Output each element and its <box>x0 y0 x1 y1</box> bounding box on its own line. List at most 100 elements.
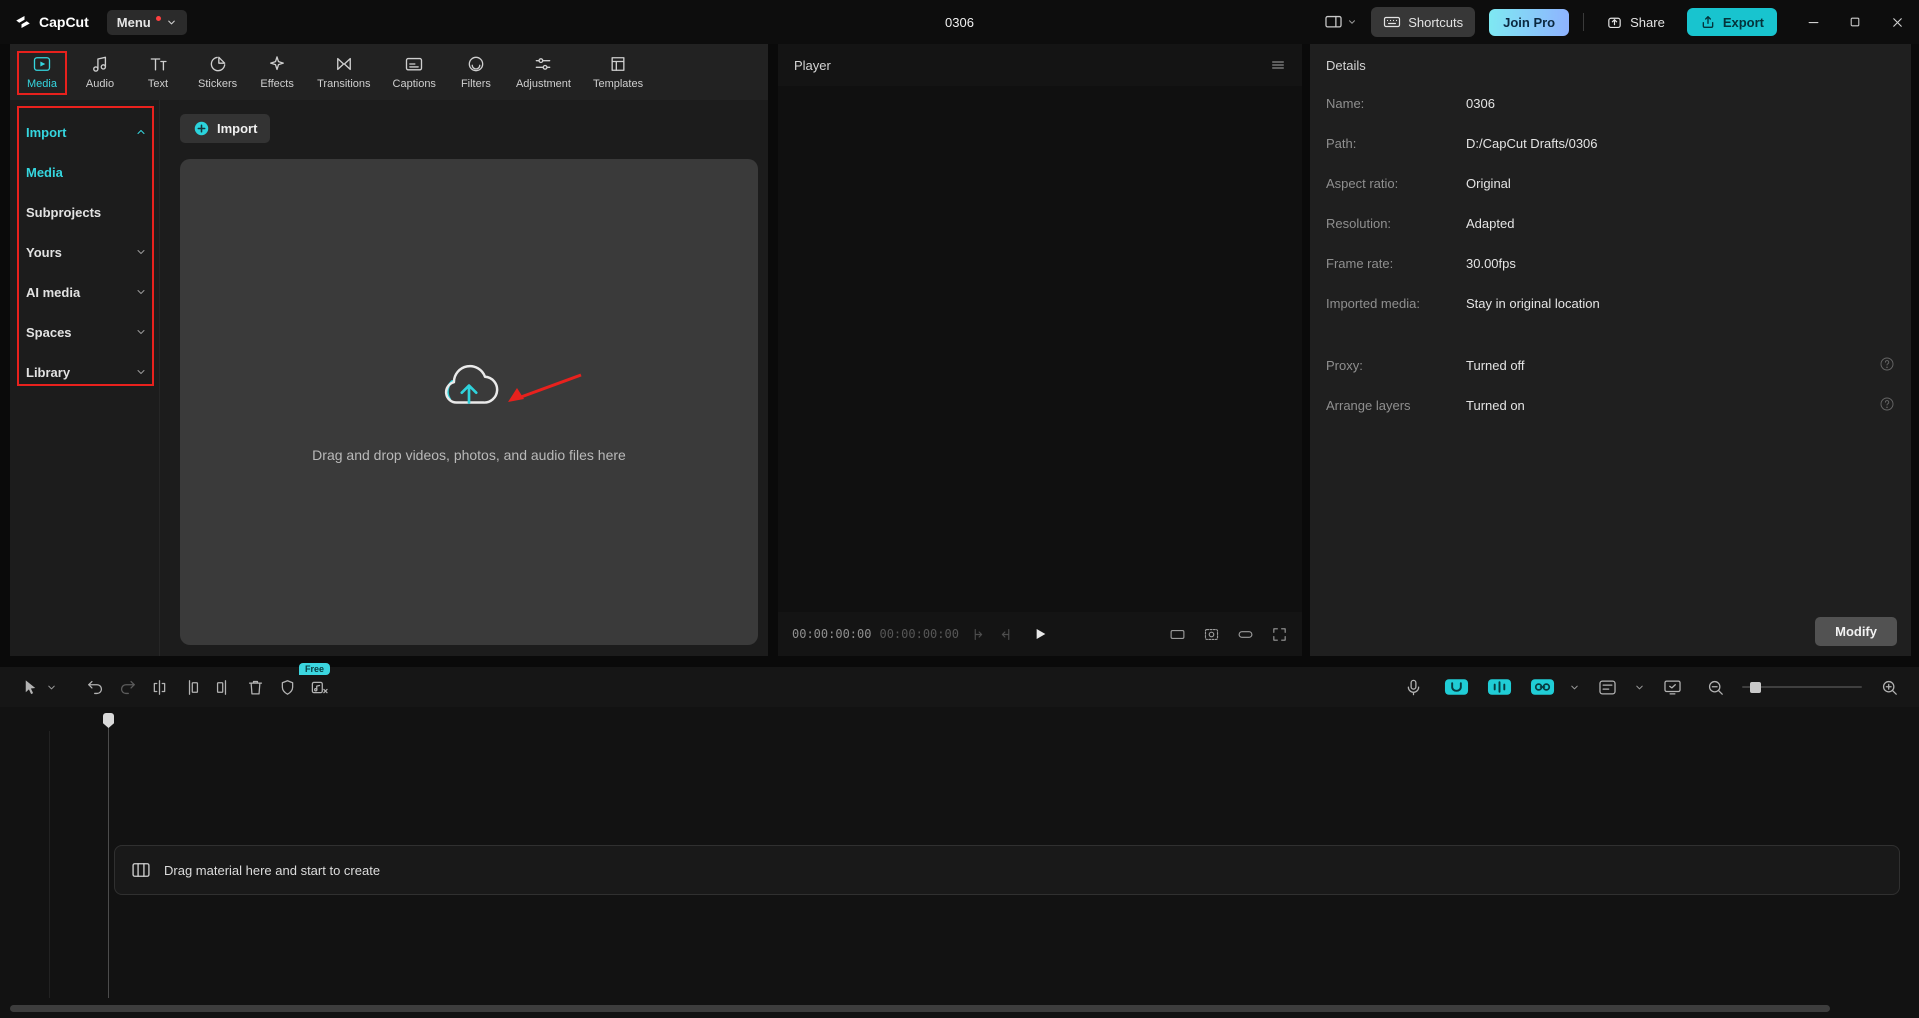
linkage-chevron[interactable] <box>1569 682 1580 693</box>
media-board-icon <box>131 860 151 880</box>
sidebar-item-library[interactable]: Library <box>10 352 159 392</box>
import-button[interactable]: Import <box>180 114 270 143</box>
sidebar-item-ai-media[interactable]: AI media <box>10 272 159 312</box>
microphone-icon <box>1404 678 1423 697</box>
redo-button[interactable] <box>111 672 143 702</box>
detail-row-frame-rate: Frame rate: 30.00fps <box>1326 254 1895 294</box>
close-button[interactable] <box>1889 14 1905 30</box>
extract-audio-button[interactable]: Free <box>303 672 335 702</box>
track-layout-button[interactable] <box>1591 672 1623 702</box>
undo-icon <box>86 678 105 697</box>
layout-icon <box>1324 13 1343 32</box>
trash-icon <box>246 678 265 697</box>
export-button[interactable]: Export <box>1687 8 1777 36</box>
mask-button[interactable] <box>271 672 303 702</box>
capcut-logo-icon <box>14 13 32 31</box>
aspect-ratio-button[interactable] <box>1169 626 1186 643</box>
select-tool-chevron[interactable] <box>46 682 57 693</box>
menu-button[interactable]: Menu <box>107 10 187 35</box>
transitions-icon <box>334 54 354 74</box>
details-title: Details <box>1326 58 1366 73</box>
canvas-color-button[interactable] <box>1237 626 1254 643</box>
preview-axis-icon <box>1663 678 1682 697</box>
sidebar-item-subprojects[interactable]: Subprojects <box>10 192 159 232</box>
detail-row-aspect-ratio: Aspect ratio: Original <box>1326 174 1895 214</box>
player-menu-button[interactable] <box>1270 57 1286 73</box>
tab-templates[interactable]: Templates <box>585 49 651 95</box>
maximize-button[interactable] <box>1847 14 1863 30</box>
play-button[interactable] <box>1032 626 1048 642</box>
playhead-handle[interactable] <box>103 713 114 728</box>
main-track-magnet-toggle[interactable] <box>1440 672 1472 702</box>
zoom-in-button[interactable] <box>1873 672 1905 702</box>
sidebar-item-media[interactable]: Media <box>10 152 159 192</box>
sidebar-item-spaces[interactable]: Spaces <box>10 312 159 352</box>
sidebar-item-yours[interactable]: Yours <box>10 232 159 272</box>
timeline-zoom-slider[interactable] <box>1742 680 1862 694</box>
delete-button[interactable] <box>239 672 271 702</box>
zoom-slider-knob[interactable] <box>1750 682 1761 693</box>
horizontal-scrollbar[interactable] <box>10 1005 1830 1012</box>
cursor-icon <box>21 678 40 697</box>
sidebar-item-import[interactable]: Import <box>10 112 159 152</box>
chevron-up-icon <box>135 126 147 138</box>
preview-axis-button[interactable] <box>1656 672 1688 702</box>
tab-captions[interactable]: Captions <box>385 49 444 95</box>
select-tool-button[interactable] <box>14 672 46 702</box>
help-icon[interactable] <box>1879 396 1895 412</box>
tab-adjustment[interactable]: Adjustment <box>508 49 579 95</box>
undo-button[interactable] <box>79 672 111 702</box>
timeline-drop-target[interactable]: Drag material here and start to create <box>114 845 1900 895</box>
modify-button[interactable]: Modify <box>1815 617 1897 646</box>
help-icon[interactable] <box>1879 356 1895 372</box>
share-label: Share <box>1630 15 1665 30</box>
fullscreen-button[interactable] <box>1271 626 1288 643</box>
tab-media[interactable]: Media <box>16 49 68 95</box>
media-panel-tabs: Media Audio Text Stickers Effects <box>10 44 768 100</box>
share-button[interactable]: Share <box>1598 8 1673 37</box>
tab-effects[interactable]: Effects <box>251 49 303 95</box>
current-time: 00:00:00:00 <box>792 627 871 641</box>
delete-left-button[interactable] <box>175 672 207 702</box>
hamburger-icon <box>1270 57 1286 73</box>
player-panel: Player 00:00:00:00 00:00:00:00 <box>778 44 1302 656</box>
chevron-down-icon <box>1347 17 1357 27</box>
magnet-icon <box>1444 678 1469 696</box>
media-sidebar: Import Media Subprojects Yours AI medi <box>10 100 160 656</box>
mark-out-icon[interactable] <box>996 626 1013 643</box>
adjustment-icon <box>533 54 553 74</box>
chevron-down-icon <box>166 17 177 28</box>
shortcuts-button[interactable]: Shortcuts <box>1371 7 1475 37</box>
tab-stickers[interactable]: Stickers <box>190 49 245 95</box>
player-viewport[interactable] <box>778 86 1302 612</box>
linkage-toggle[interactable] <box>1526 672 1558 702</box>
dropzone-hint: Drag and drop videos, photos, and audio … <box>180 447 758 463</box>
annotation-arrow <box>505 371 585 405</box>
join-pro-button[interactable]: Join Pro <box>1489 9 1569 36</box>
mark-in-icon[interactable] <box>971 626 988 643</box>
detail-row-name: Name: 0306 <box>1326 94 1895 134</box>
effects-icon <box>267 54 287 74</box>
detail-row-path: Path: D:/CapCut Drafts/0306 <box>1326 134 1895 174</box>
tab-audio[interactable]: Audio <box>74 49 126 95</box>
tab-text[interactable]: Text <box>132 49 184 95</box>
minimize-button[interactable] <box>1805 14 1821 30</box>
zoom-area-button[interactable] <box>1203 626 1220 643</box>
delete-right-button[interactable] <box>207 672 239 702</box>
capcut-window: CapCut Menu 0306 Shortcuts Join Pro <box>0 0 1919 1018</box>
plus-circle-icon <box>193 120 210 137</box>
zoom-out-button[interactable] <box>1699 672 1731 702</box>
record-voiceover-button[interactable] <box>1397 672 1429 702</box>
timeline-toolbar: Free <box>0 667 1919 707</box>
delete-left-icon <box>182 678 201 697</box>
track-layout-chevron[interactable] <box>1634 682 1645 693</box>
media-icon <box>32 54 52 74</box>
tab-transitions[interactable]: Transitions <box>309 49 378 95</box>
auto-snap-toggle[interactable] <box>1483 672 1515 702</box>
tab-filters[interactable]: Filters <box>450 49 502 95</box>
layout-switcher-button[interactable] <box>1324 13 1357 32</box>
timeline-tracks[interactable]: Drag material here and start to create <box>0 707 1919 1018</box>
split-button[interactable] <box>143 672 175 702</box>
media-dropzone[interactable]: Drag and drop videos, photos, and audio … <box>180 159 758 645</box>
player-controls: 00:00:00:00 00:00:00:00 <box>778 612 1302 656</box>
